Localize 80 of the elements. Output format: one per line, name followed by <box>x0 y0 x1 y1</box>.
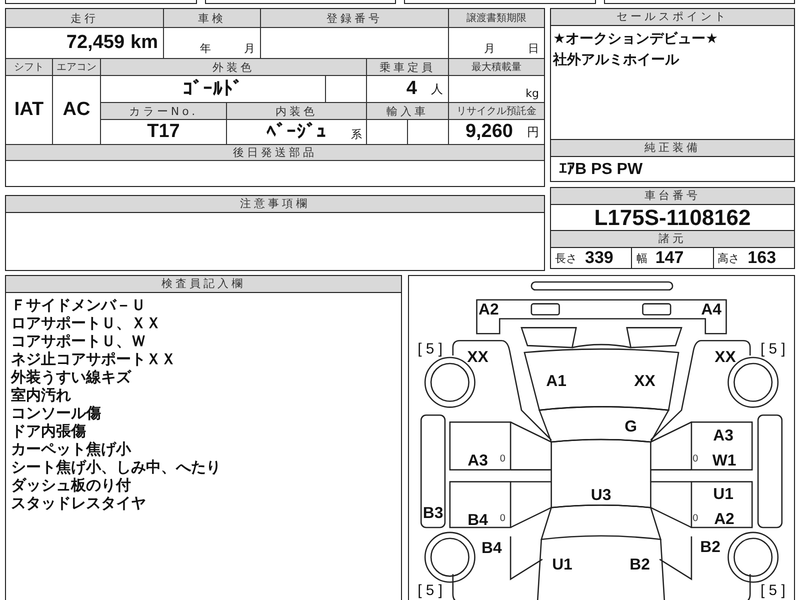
section-title: 検査員記入欄 <box>6 276 401 293</box>
field-label: カラーNo. <box>101 103 226 119</box>
inspection-note: スタッドレスタイヤ <box>11 494 147 512</box>
equipment-text: ｴｱB PS PW <box>559 160 643 178</box>
field-label: エアコン <box>53 59 100 75</box>
damage-code: B2 <box>700 538 720 556</box>
inspection-note: Ｆサイドメンバ－Ｕ <box>11 296 147 314</box>
spec-value: 147 <box>655 248 684 268</box>
damage-code: XX <box>714 349 736 366</box>
inspection-note: コアサポートＵ、Ｗ <box>11 332 147 350</box>
field-label: 乗車定員 <box>367 59 448 75</box>
damage-code: W1 <box>712 452 736 470</box>
spec-label: 幅 <box>636 250 648 266</box>
field-label: 輸入車 <box>367 103 448 119</box>
field-value: 月 日 <box>449 28 544 58</box>
section-title: セールスポイント <box>551 9 794 26</box>
tread-rating: [ 5 ] <box>418 583 442 600</box>
damage-code: B2 <box>630 556 650 574</box>
damage-code: U1 <box>552 556 572 574</box>
field-label: リサイクル預託金 <box>449 103 544 119</box>
inspection-note: ロアサポートＵ、ＸＸ <box>11 314 162 332</box>
field-value: 4 人 <box>367 76 448 102</box>
damage-code: G <box>624 418 637 436</box>
section-title: 注意事項欄 <box>6 196 544 213</box>
spec-label: 高さ <box>718 250 740 266</box>
section-title: 諸元 <box>551 230 794 248</box>
chassis-number: L175S-1108162 <box>594 204 751 230</box>
damage-code: B4 <box>468 512 488 529</box>
field-label: 登録番号 <box>261 9 448 27</box>
field-value: 72,459 km <box>6 28 163 58</box>
damage-code: A3 <box>713 428 734 445</box>
field-label: 走行 <box>6 9 163 27</box>
field-value: 年 月 <box>164 28 260 58</box>
small-mark: 0 <box>500 513 506 524</box>
damage-code: A3 <box>468 452 488 470</box>
inspection-note: コンソール傷 <box>11 404 102 422</box>
field-value: 9,260 円 <box>449 120 544 144</box>
field-value: AC <box>53 76 100 144</box>
inspection-note: ドア内張傷 <box>11 422 87 440</box>
tread-rating: [ 5 ] <box>760 342 786 358</box>
damage-code: A2 <box>714 511 734 528</box>
damage-code: B3 <box>422 505 444 522</box>
field-label: 内装色 <box>227 103 366 119</box>
field-value: ﾍﾞｰｼﾞｭ 系 <box>227 120 366 144</box>
tread-rating: [ 5 ] <box>760 583 786 600</box>
damage-code: A2 <box>478 301 499 318</box>
small-mark: 0 <box>500 453 506 464</box>
section-title: 車台番号 <box>551 188 794 205</box>
inspection-note: カーペット焦げ小 <box>11 440 132 458</box>
sales-point-text: ★オークションデビュー★ <box>553 30 720 49</box>
tread-rating: [ 5 ] <box>418 342 442 358</box>
field-label: 外装色 <box>101 59 366 75</box>
field-label: 最大積載量 <box>449 59 544 75</box>
section-title: 純正装備 <box>551 139 794 157</box>
damage-code: XX <box>467 349 488 366</box>
damage-code: U1 <box>713 486 734 504</box>
inspection-note: 室内汚れ <box>11 386 72 404</box>
small-mark: 0 <box>692 513 698 524</box>
damage-code: A4 <box>701 301 722 318</box>
sales-point-text: 社外アルミホイール <box>553 51 680 70</box>
inspection-note: ネジ止コアサポートＸＸ <box>11 350 177 368</box>
spec-label: 長さ <box>555 250 577 266</box>
field-value: ｺﾞｰﾙﾄﾞ <box>101 76 325 102</box>
inspection-note: 外装うすい線キズ <box>11 368 132 386</box>
spec-value: 339 <box>585 248 614 268</box>
damage-code: A1 <box>546 372 566 390</box>
small-mark: 0 <box>692 453 698 464</box>
inspection-note: シート焦げ小、しみ中、へたり <box>11 458 222 476</box>
damage-code: XX <box>634 372 656 390</box>
field-value: kg <box>449 76 544 102</box>
spec-value: 163 <box>748 248 776 268</box>
field-value: IAT <box>6 76 52 144</box>
field-label: シフト <box>6 59 52 75</box>
field-label: 後日発送部品 <box>6 145 544 160</box>
field-label: 車検 <box>164 9 260 27</box>
field-value: T17 <box>101 120 226 144</box>
field-label: 譲渡書類期限 <box>449 9 544 27</box>
damage-code: B4 <box>482 540 502 557</box>
damage-code: U3 <box>590 487 612 504</box>
inspection-note: ダッシュ板のり付 <box>11 476 132 494</box>
